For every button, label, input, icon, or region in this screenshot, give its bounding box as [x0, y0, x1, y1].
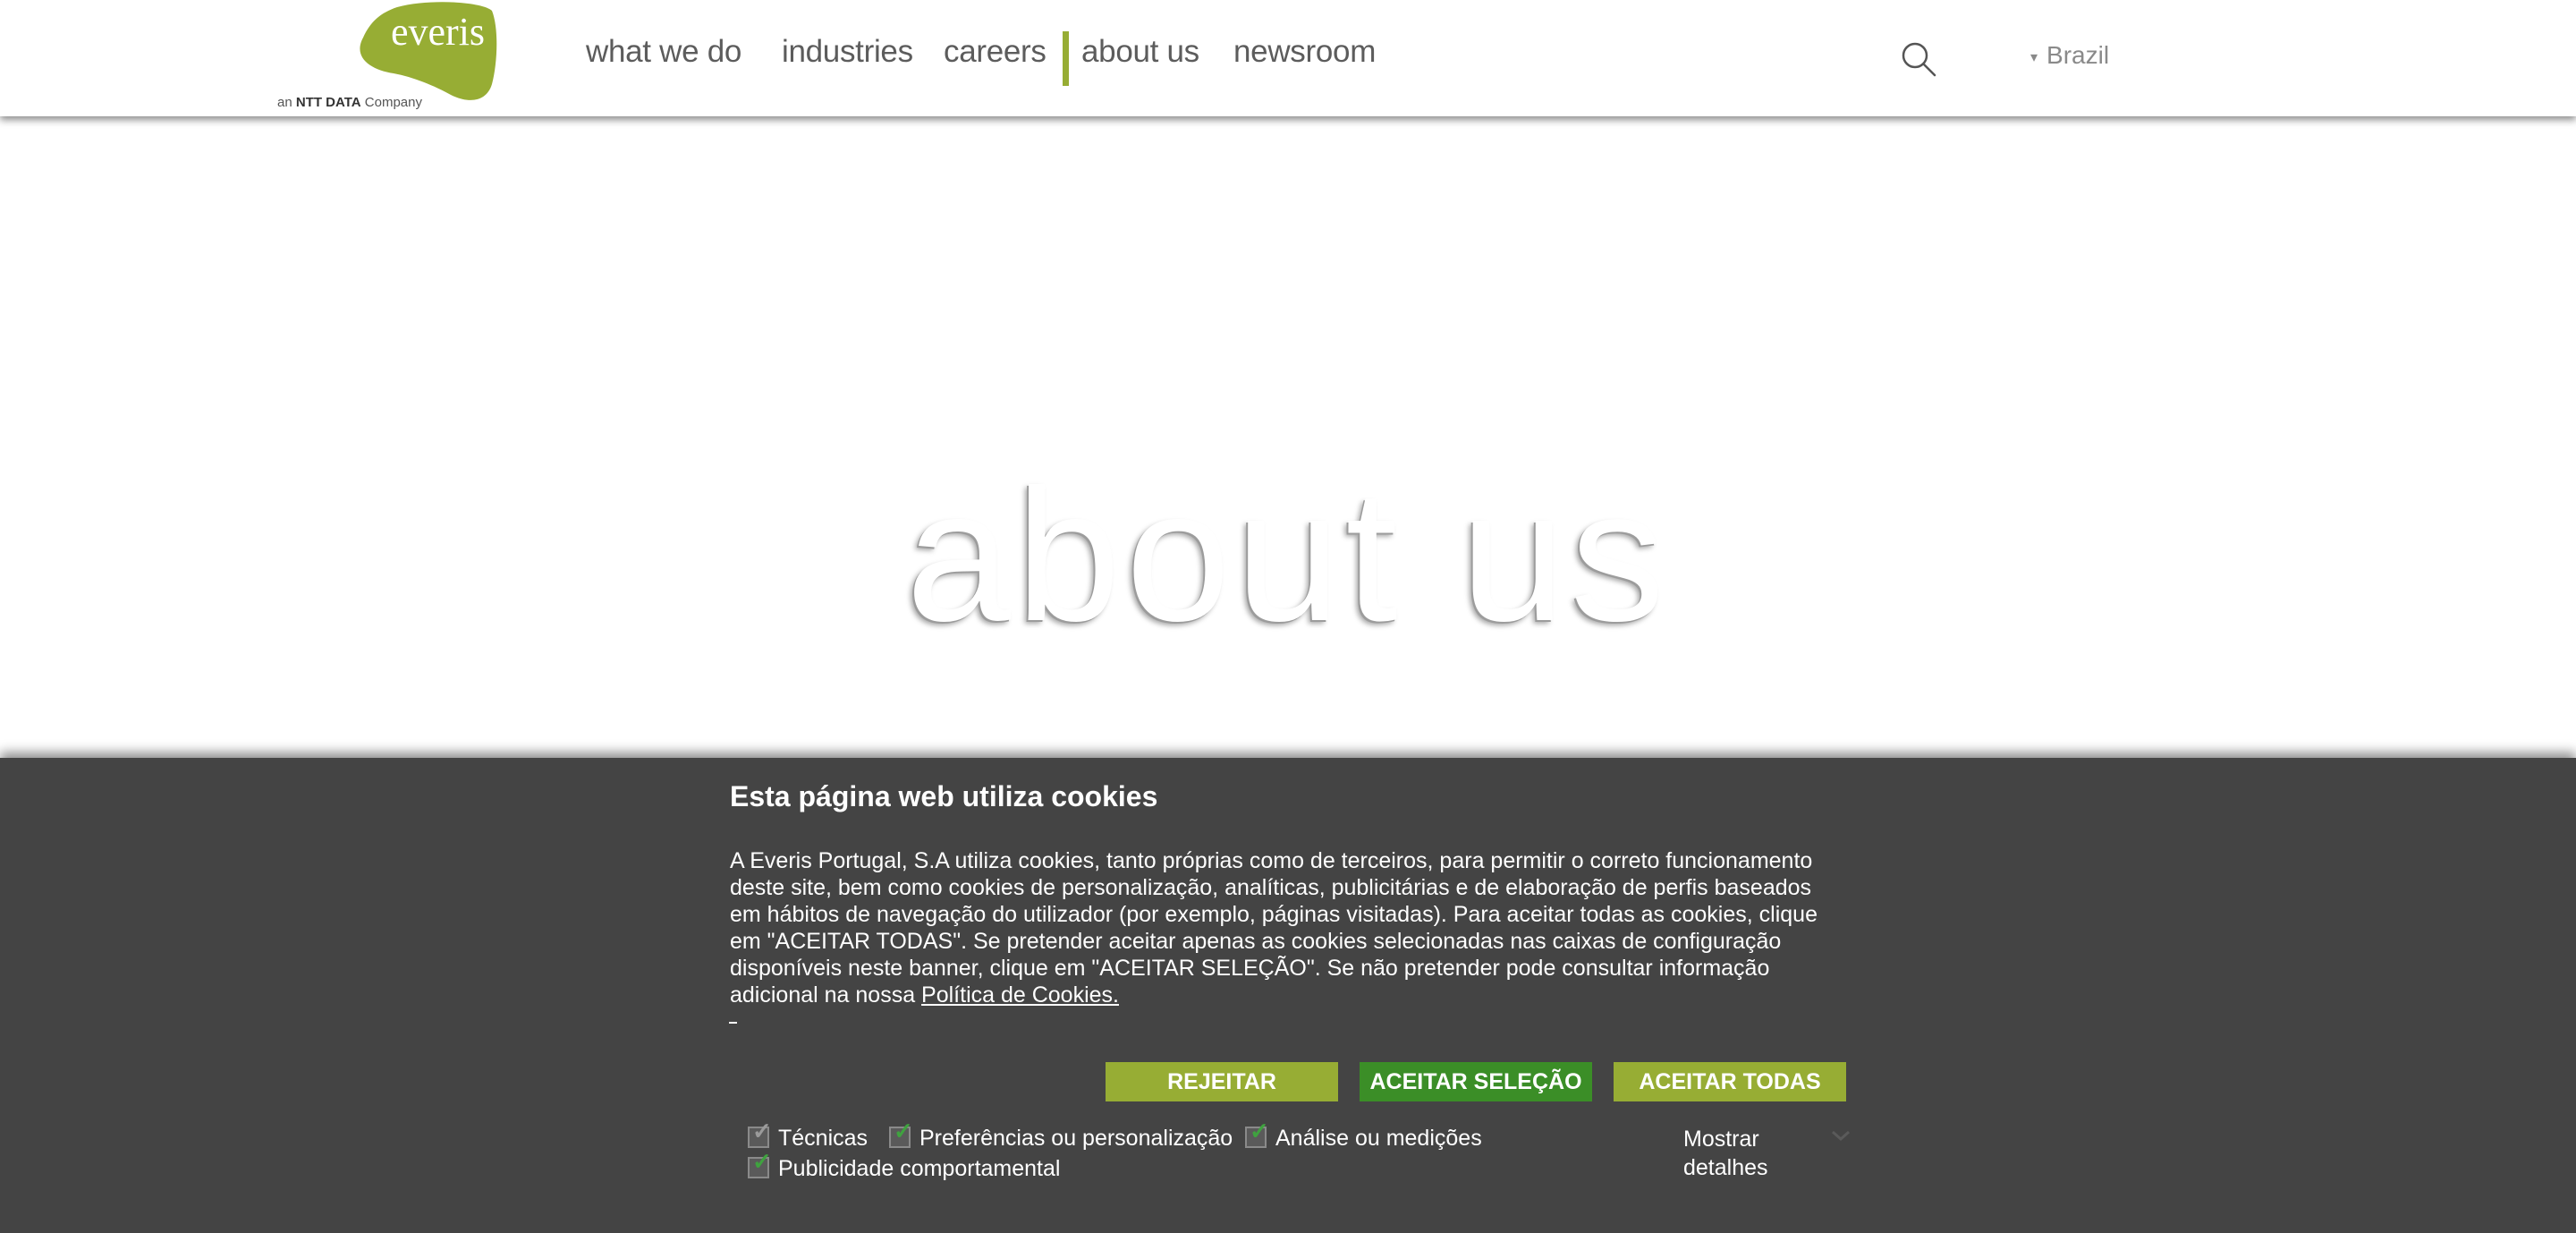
logo-wordmark: everis	[391, 10, 486, 54]
cookie-policy-link[interactable]: Política de Cookies.	[921, 982, 1119, 1008]
cookie-description: A Everis Portugal, S.A utiliza cookies, …	[730, 847, 1839, 1008]
nav-what-we-do[interactable]: what we do	[586, 34, 741, 70]
show-details-toggle[interactable]: Mostrar detalhes	[1683, 1125, 1782, 1182]
nav-industries[interactable]: industries	[782, 34, 913, 70]
page-title: about us	[906, 450, 1670, 660]
logo-tagline: an NTT DATA Company	[277, 95, 422, 110]
nav-active-indicator	[1063, 31, 1069, 86]
checkmark-icon: ✓	[752, 1118, 772, 1144]
option-analytics[interactable]: ✓ Análise ou medições	[1245, 1119, 1482, 1152]
checkmark-icon: ✓	[752, 1148, 772, 1175]
cookie-banner: Esta página web utiliza cookies A Everis…	[0, 758, 2576, 1233]
checkbox-preferences[interactable]: ✓	[889, 1119, 913, 1148]
checkbox-advertising[interactable]: ✓	[748, 1150, 772, 1178]
cookie-title: Esta página web utiliza cookies	[730, 780, 1158, 812]
cookie-divider	[729, 1022, 737, 1024]
cookie-description-text: A Everis Portugal, S.A utiliza cookies, …	[730, 848, 1818, 1008]
everis-logo[interactable]: everis an NTT DATA Company	[268, 0, 510, 116]
nav-about-us[interactable]: about us	[1081, 34, 1199, 70]
option-preferences[interactable]: ✓ Preferências ou personalização	[889, 1119, 1233, 1152]
country-selector[interactable]: ▾ Brazil	[2030, 41, 2109, 73]
search-icon[interactable]	[1900, 40, 1937, 78]
reject-button[interactable]: REJEITAR	[1106, 1062, 1338, 1101]
nav-careers[interactable]: careers	[944, 34, 1046, 70]
country-label: Brazil	[2046, 41, 2110, 69]
option-advertising[interactable]: ✓ Publicidade comportamental	[748, 1150, 1060, 1183]
checkmark-icon: ✓	[894, 1118, 913, 1144]
accept-all-button[interactable]: ACEITAR TODAS	[1614, 1062, 1846, 1101]
checkbox-analytics[interactable]: ✓	[1245, 1119, 1269, 1148]
checkmark-icon: ✓	[1250, 1118, 1269, 1144]
checkbox-technical[interactable]: ✓	[748, 1119, 772, 1148]
accept-selection-button[interactable]: ACEITAR SELEÇÃO	[1360, 1062, 1592, 1101]
caret-down-icon: ▾	[2030, 50, 2038, 65]
site-header: everis an NTT DATA Company what we do in…	[0, 0, 2576, 116]
nav-newsroom[interactable]: newsroom	[1233, 34, 1376, 70]
chevron-down-icon[interactable]	[1830, 1129, 1852, 1142]
